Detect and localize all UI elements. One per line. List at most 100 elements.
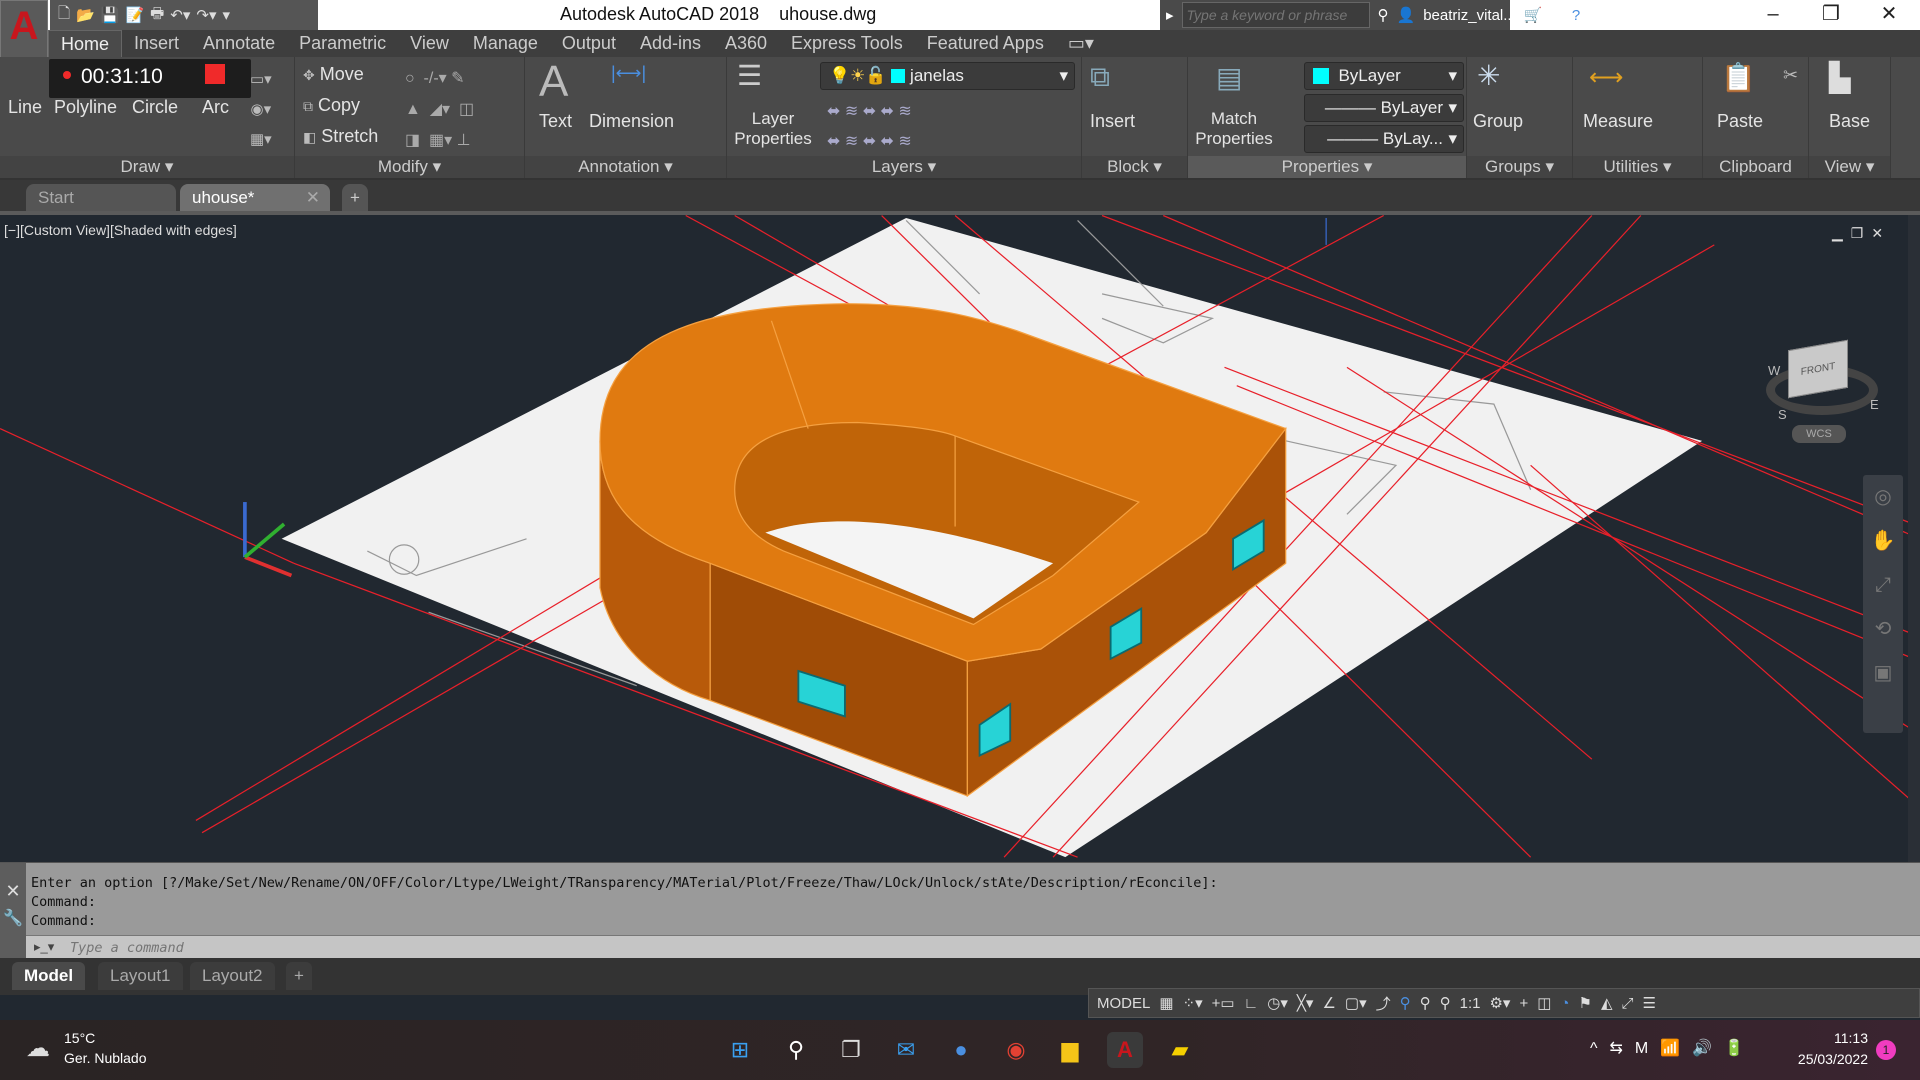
stop-recording-button[interactable] — [205, 64, 225, 84]
tab-uhouse[interactable]: uhouse* ✕ — [180, 184, 330, 211]
close-icon[interactable]: ✕ — [0, 881, 26, 902]
annotation-visibility-icon[interactable]: ⚲ — [1400, 994, 1411, 1012]
wcs-menu[interactable]: WCS — [1792, 425, 1846, 443]
user-signin[interactable]: beatriz_vital... — [1423, 7, 1516, 24]
draw-tools[interactable]: ▭▾ ◉▾ ▦▾ — [250, 65, 272, 155]
chrome-icon[interactable]: ◉ — [998, 1032, 1034, 1068]
tab-layout1[interactable]: Layout1 — [98, 962, 183, 990]
polyline-button[interactable]: Polyline — [54, 97, 117, 118]
dynamic-ucs-icon[interactable]: ⤴ — [1376, 993, 1391, 1014]
lineweight-dropdown[interactable]: ——— ByLay... ▾ — [1304, 125, 1464, 153]
tab-layout2[interactable]: Layout2 — [190, 962, 275, 990]
tab-parametric[interactable]: Parametric — [287, 30, 398, 57]
object-snap-tracking-icon[interactable]: ∠ — [1322, 994, 1335, 1012]
clipboard-panel-label[interactable]: Clipboard — [1703, 156, 1808, 178]
match-properties-button[interactable]: Match Properties — [1194, 109, 1274, 149]
isodraft-icon[interactable]: ╳▾ — [1297, 994, 1314, 1012]
sticky-notes-icon[interactable]: ▰ — [1162, 1032, 1198, 1068]
close-button[interactable]: ✕ — [1860, 0, 1918, 30]
new-icon[interactable]: 🗋 — [58, 3, 70, 28]
task-view-icon[interactable]: ❐ — [833, 1032, 869, 1068]
steering-wheel-icon[interactable]: ◎ — [1874, 486, 1891, 508]
measure-button[interactable]: Measure — [1583, 111, 1653, 132]
tab-add-ins[interactable]: Add-ins — [628, 30, 713, 57]
mail-icon[interactable]: ✉ — [888, 1032, 924, 1068]
navigation-bar[interactable]: ◎ ✋ ⤢ ⟲ ▣ — [1863, 475, 1903, 733]
text-button[interactable]: Text — [539, 111, 572, 132]
ribbon-minimize-icon[interactable]: ▭▾ — [1056, 30, 1106, 57]
ortho-icon[interactable]: ∟ — [1244, 995, 1259, 1012]
object-snap-icon[interactable]: ▢▾ — [1345, 994, 1367, 1012]
arc-button[interactable]: Arc — [202, 97, 229, 118]
annotation-scale[interactable]: 1:1 — [1460, 995, 1481, 1012]
utilities-panel-label[interactable]: Utilities ▾ — [1573, 156, 1702, 178]
new-tab-button[interactable]: + — [342, 184, 368, 211]
autocad-taskbar-icon[interactable]: A — [1107, 1032, 1143, 1068]
annotation-panel-label[interactable]: Annotation ▾ — [525, 156, 726, 178]
wrench-icon[interactable]: 🔧 — [0, 908, 26, 928]
minimize-button[interactable]: – — [1744, 0, 1802, 30]
model-space[interactable] — [0, 215, 1920, 862]
hardware-acceleration-icon[interactable]: ◭ — [1601, 994, 1613, 1012]
autoscale-icon[interactable]: ⚲ — [1420, 994, 1431, 1012]
copy-button[interactable]: ⧉ Copy — [303, 95, 360, 116]
tab-start[interactable]: Start — [26, 184, 176, 211]
compass-east[interactable]: E — [1870, 397, 1879, 412]
plot-icon[interactable]: 🖶 — [150, 3, 164, 28]
search-icon[interactable]: ⚲ — [778, 1032, 814, 1068]
open-icon[interactable]: 📂 — [76, 6, 95, 24]
workspace-icon[interactable]: ⚙▾ — [1489, 994, 1510, 1012]
drawing-viewport[interactable]: [−][Custom View][Shaded with edges] ▁❐✕ … — [0, 215, 1920, 862]
tab-output[interactable]: Output — [550, 30, 628, 57]
search-input[interactable] — [1181, 2, 1370, 28]
pan-icon[interactable]: ✋ — [1871, 530, 1896, 552]
showmotion-icon[interactable]: ▣ — [1874, 662, 1893, 684]
zoom-icon[interactable]: ⤢ — [1875, 574, 1891, 596]
stretch-button[interactable]: ◧ Stretch — [303, 126, 378, 147]
customize-qat-icon[interactable]: ▾ — [223, 6, 231, 24]
vertical-scrollbar[interactable] — [1908, 215, 1920, 862]
tab-a360[interactable]: A360 — [713, 30, 779, 57]
command-input[interactable] — [70, 938, 1870, 957]
orbit-icon[interactable]: ⟲ — [1875, 618, 1892, 640]
modify-panel-label[interactable]: Modify ▾ — [295, 156, 524, 178]
tab-insert[interactable]: Insert — [122, 30, 191, 57]
viewport-window-controls[interactable]: ▁❐✕ — [1832, 225, 1891, 242]
groups-panel-label[interactable]: Groups ▾ — [1467, 156, 1572, 178]
circle-button[interactable]: Circle — [132, 97, 178, 118]
snap-icon[interactable]: ⁘▾ — [1183, 994, 1203, 1012]
quick-properties-icon[interactable]: ◔ — [1560, 995, 1569, 1012]
lock-ui-icon[interactable]: ⚑ — [1578, 994, 1591, 1012]
tab-home[interactable]: Home — [48, 30, 123, 57]
weather-desc[interactable]: Ger. Nublado — [64, 1050, 147, 1066]
color-dropdown[interactable]: ByLayer ▾ — [1304, 62, 1464, 90]
undo-icon[interactable]: ↶▾ — [170, 6, 190, 24]
dynamic-input-icon[interactable]: +▭ — [1212, 994, 1235, 1012]
help-icon[interactable]: ? — [1572, 7, 1580, 24]
units-icon[interactable]: ◫ — [1537, 994, 1551, 1012]
close-tab-icon[interactable]: ✕ — [306, 184, 320, 211]
model-space-toggle[interactable]: MODEL — [1097, 995, 1150, 1012]
clock-time[interactable]: 11:13 — [1788, 1030, 1868, 1046]
notification-badge[interactable]: 1 — [1876, 1040, 1896, 1060]
cart-icon[interactable]: 🛒 — [1524, 6, 1543, 24]
viewcube[interactable]: FRONT W S E — [1758, 325, 1888, 435]
tab-model[interactable]: Model — [12, 962, 86, 990]
clock-date[interactable]: 25/03/2022 — [1768, 1051, 1868, 1067]
binoculars-icon[interactable]: ⚲ — [1378, 6, 1389, 24]
base-button[interactable]: Base — [1829, 111, 1870, 132]
compass-south[interactable]: S — [1778, 407, 1787, 422]
layer-tools[interactable]: ⬌ ≋ ⬌ ⬌ ≋ ⬌ ≋ ⬌ ⬌ ≋ — [827, 97, 912, 157]
new-layout-button[interactable]: + — [286, 962, 312, 990]
start-icon[interactable]: ⊞ — [722, 1032, 758, 1068]
file-explorer-icon[interactable]: ▆ — [1052, 1032, 1088, 1068]
annotation-monitor-icon[interactable]: + — [1519, 995, 1528, 1012]
weather-icon[interactable]: ☁ — [26, 1034, 50, 1063]
zoom-app-icon[interactable]: ● — [943, 1032, 979, 1068]
modify-tools[interactable]: ○ -/-▾ ✎ ▲ ◢▾ ◫ ◨ ▦▾ ⊥ — [405, 63, 474, 156]
dimension-button[interactable]: Dimension — [589, 111, 674, 132]
layers-panel-label[interactable]: Layers ▾ — [727, 156, 1081, 178]
annotation-scale-icon[interactable]: ⚲ — [1440, 994, 1451, 1012]
move-button[interactable]: ✥ Move — [303, 64, 364, 85]
user-icon[interactable]: 👤 — [1397, 6, 1416, 24]
